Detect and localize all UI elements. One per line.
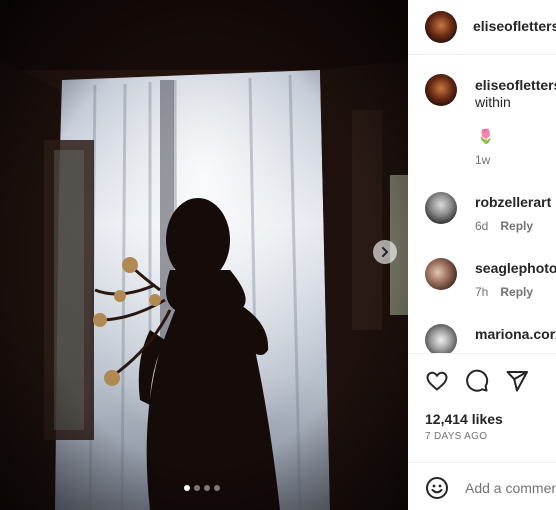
carousel-dot — [184, 485, 190, 491]
author-username[interactable]: eliseofletters — [473, 18, 556, 34]
caption-username[interactable]: eliseofletters — [475, 77, 556, 93]
author-avatar[interactable] — [425, 11, 457, 43]
reply-button[interactable]: Reply — [500, 285, 533, 299]
chevron-right-icon — [382, 247, 388, 257]
comment-avatar[interactable] — [425, 258, 457, 290]
emoji-icon[interactable] — [425, 476, 449, 500]
post-header: eliseofletters — [408, 0, 556, 55]
carousel-dot — [204, 485, 210, 491]
comment-input[interactable]: Add a commen — [465, 480, 556, 496]
carousel-dot — [214, 485, 220, 491]
likes-count[interactable]: 12,414 likes — [425, 411, 503, 427]
comment-icon[interactable] — [465, 369, 489, 393]
comment-username[interactable]: mariona.corx — [475, 326, 556, 342]
reply-button[interactable]: Reply — [500, 219, 533, 233]
comment-time[interactable]: 7h — [475, 285, 488, 299]
tulip-emoji: 🌷 — [477, 128, 495, 144]
post-photo[interactable] — [0, 0, 408, 510]
post-date[interactable]: 7 DAYS AGO — [425, 431, 487, 442]
comment-meta: 6d Reply — [475, 219, 533, 233]
comment-username[interactable]: seaglephotog — [475, 260, 556, 276]
caption-time[interactable]: 1w — [475, 153, 490, 167]
post-side-panel: eliseofletters eliseofletters within 🌷 1… — [408, 0, 556, 510]
send-icon[interactable] — [505, 369, 529, 393]
caption-avatar[interactable] — [425, 74, 457, 106]
comment-time[interactable]: 6d — [475, 219, 488, 233]
caption-text: within — [475, 94, 511, 110]
heart-icon[interactable] — [425, 369, 449, 393]
comments-list[interactable]: eliseofletters within 🌷 1w robzellerart … — [408, 55, 556, 353]
photo-image — [0, 0, 408, 510]
carousel-next-button[interactable] — [373, 240, 397, 264]
add-comment-row: Add a commen — [408, 462, 556, 510]
comment-meta: 7h Reply — [475, 285, 533, 299]
post-actions: 12,414 likes 7 DAYS AGO Add a commen — [408, 353, 556, 510]
comment-username[interactable]: robzellerart — [475, 194, 551, 210]
comment-avatar[interactable] — [425, 192, 457, 224]
comment-avatar[interactable] — [425, 324, 457, 353]
carousel-dot — [194, 485, 200, 491]
carousel-indicator — [184, 485, 220, 491]
